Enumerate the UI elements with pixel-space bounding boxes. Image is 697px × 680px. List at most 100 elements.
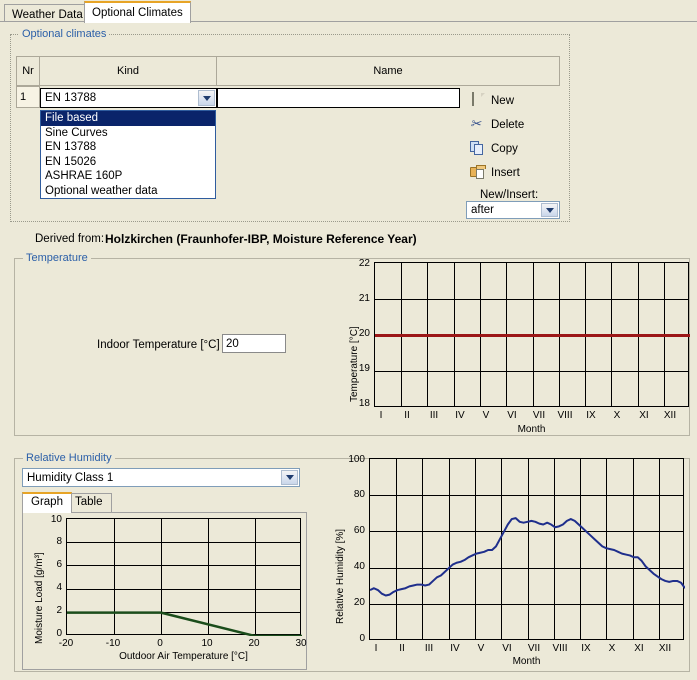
- indoor-temperature-value: 20: [226, 337, 239, 350]
- xtick: III: [424, 643, 434, 654]
- ytick: 22: [358, 258, 370, 269]
- new-insert-label: New/Insert:: [480, 189, 539, 201]
- ytick: 6: [56, 559, 62, 570]
- xtick: II: [404, 410, 410, 421]
- indoor-temperature-input[interactable]: 20: [222, 334, 286, 353]
- new-button[interactable]: New: [470, 92, 514, 108]
- xtick: V: [477, 643, 485, 654]
- xtick: X: [613, 410, 621, 421]
- ytick: 19: [358, 363, 370, 374]
- kind-option-file-based[interactable]: File based: [41, 111, 215, 126]
- ytick: 0: [359, 633, 365, 644]
- new-page-icon: [470, 92, 486, 108]
- xtick: VI: [502, 643, 512, 654]
- ytick: 80: [353, 489, 365, 500]
- column-header-nr-label: Nr: [22, 65, 34, 77]
- kind-combobox-value: EN 13788: [45, 92, 97, 104]
- xtick: 30: [295, 638, 307, 649]
- tab-weather-data[interactable]: Weather Data: [4, 4, 91, 22]
- moisture-load-plot-area: [66, 518, 302, 636]
- xtick: II: [399, 643, 405, 654]
- copy-button-label: Copy: [491, 142, 518, 155]
- copy-button[interactable]: Copy: [470, 141, 518, 156]
- xtick: VIII: [557, 410, 573, 421]
- relative-humidity-chart-ylabel: Relative Humidity [%]: [335, 528, 346, 624]
- ytick: 18: [358, 398, 370, 409]
- tab-table[interactable]: Table: [66, 493, 112, 512]
- chevron-down-icon[interactable]: [281, 470, 298, 485]
- new-insert-combobox[interactable]: after: [466, 201, 560, 219]
- xtick: XI: [639, 410, 649, 421]
- column-header-kind-label: Kind: [116, 65, 140, 77]
- kind-option-ashrae-160p[interactable]: ASHRAE 160P: [41, 169, 215, 184]
- moisture-load-series: [67, 611, 302, 636]
- ytick: 100: [348, 454, 365, 465]
- ytick: 20: [358, 328, 370, 339]
- chevron-down-icon[interactable]: [198, 90, 215, 106]
- indoor-temperature-series: [375, 334, 690, 337]
- xtick: 0: [157, 638, 163, 649]
- xtick: III: [429, 410, 439, 421]
- scissors-icon: ✂: [470, 116, 481, 131]
- column-header-kind: Kind: [40, 56, 217, 86]
- xtick: XI: [634, 643, 644, 654]
- relative-humidity-legend: Relative Humidity: [23, 452, 115, 464]
- insert-button[interactable]: Insert: [470, 165, 520, 180]
- kind-option-sine-curves[interactable]: Sine Curves: [41, 126, 215, 141]
- indoor-temperature-plot-area: [374, 262, 690, 407]
- kind-option-en-15026[interactable]: EN 15026: [41, 155, 215, 170]
- kind-option-en-13788[interactable]: EN 13788: [41, 140, 215, 155]
- xtick: I: [379, 410, 383, 421]
- tab-graph[interactable]: Graph: [22, 492, 72, 513]
- derived-from-label: Derived from:: [35, 233, 105, 245]
- xtick: VI: [507, 410, 517, 421]
- chevron-down-icon[interactable]: [541, 203, 558, 217]
- tab-optional-climates[interactable]: Optional Climates: [84, 1, 191, 23]
- xtick: XII: [663, 410, 677, 421]
- kind-option-optional-weather-data[interactable]: Optional weather data: [41, 184, 215, 199]
- xtick: IV: [450, 643, 460, 654]
- moisture-load-chart: Moisture Load [g/m³] 10 8 6 4 2 0 -20 -1…: [28, 514, 307, 666]
- relative-humidity-plot-area: [369, 458, 685, 640]
- insert-button-label: Insert: [491, 166, 520, 179]
- humidity-class-value: Humidity Class 1: [27, 471, 114, 484]
- kind-combobox[interactable]: EN 13788: [40, 88, 217, 108]
- relative-humidity-chart: Relative Humidity [%] 100 80 60 40 20 0 …: [325, 454, 690, 670]
- tab-strip: Weather Data Optional Climates: [0, 0, 697, 23]
- folder-insert-icon: [470, 165, 486, 180]
- xtick: X: [608, 643, 616, 654]
- relative-humidity-chart-xlabel: Month: [512, 656, 541, 667]
- xtick: IX: [581, 643, 591, 654]
- name-input[interactable]: [217, 88, 460, 108]
- relative-humidity-series: [370, 517, 685, 597]
- xtick: VII: [527, 643, 541, 654]
- ytick: 2: [56, 605, 62, 616]
- ytick: 8: [56, 536, 62, 547]
- moisture-load-chart-xlabel: Outdoor Air Temperature [°C]: [119, 651, 248, 662]
- column-header-name-label: Name: [373, 65, 403, 77]
- kind-dropdown-list[interactable]: File based Sine Curves EN 13788 EN 15026…: [40, 110, 216, 199]
- ytick: 20: [353, 597, 365, 608]
- xtick: -10: [105, 638, 121, 649]
- xtick: IX: [586, 410, 596, 421]
- indoor-temperature-chart: Temperature [°C] 22 21 20 19 18 I II III…: [340, 258, 690, 435]
- humidity-class-combobox[interactable]: Humidity Class 1: [22, 468, 300, 487]
- derived-from-value: Holzkirchen (Fraunhofer-IBP, Moisture Re…: [105, 232, 417, 246]
- xtick: V: [482, 410, 490, 421]
- xtick: XII: [658, 643, 672, 654]
- delete-button-label: Delete: [491, 118, 525, 131]
- ytick: 60: [353, 525, 365, 536]
- xtick: VIII: [552, 643, 568, 654]
- temperature-legend: Temperature: [23, 252, 91, 264]
- ytick: 21: [358, 293, 370, 304]
- delete-button[interactable]: ✂ Delete: [470, 117, 524, 132]
- ytick: 4: [56, 582, 62, 593]
- new-insert-value: after: [471, 204, 495, 216]
- column-header-name: Name: [217, 56, 560, 86]
- xtick: I: [374, 643, 378, 654]
- xtick: 20: [248, 638, 260, 649]
- optional-climates-legend: Optional climates: [19, 28, 110, 40]
- xtick: VII: [532, 410, 546, 421]
- xtick: 10: [201, 638, 213, 649]
- indoor-temperature-label: Indoor Temperature [°C]: [97, 339, 220, 351]
